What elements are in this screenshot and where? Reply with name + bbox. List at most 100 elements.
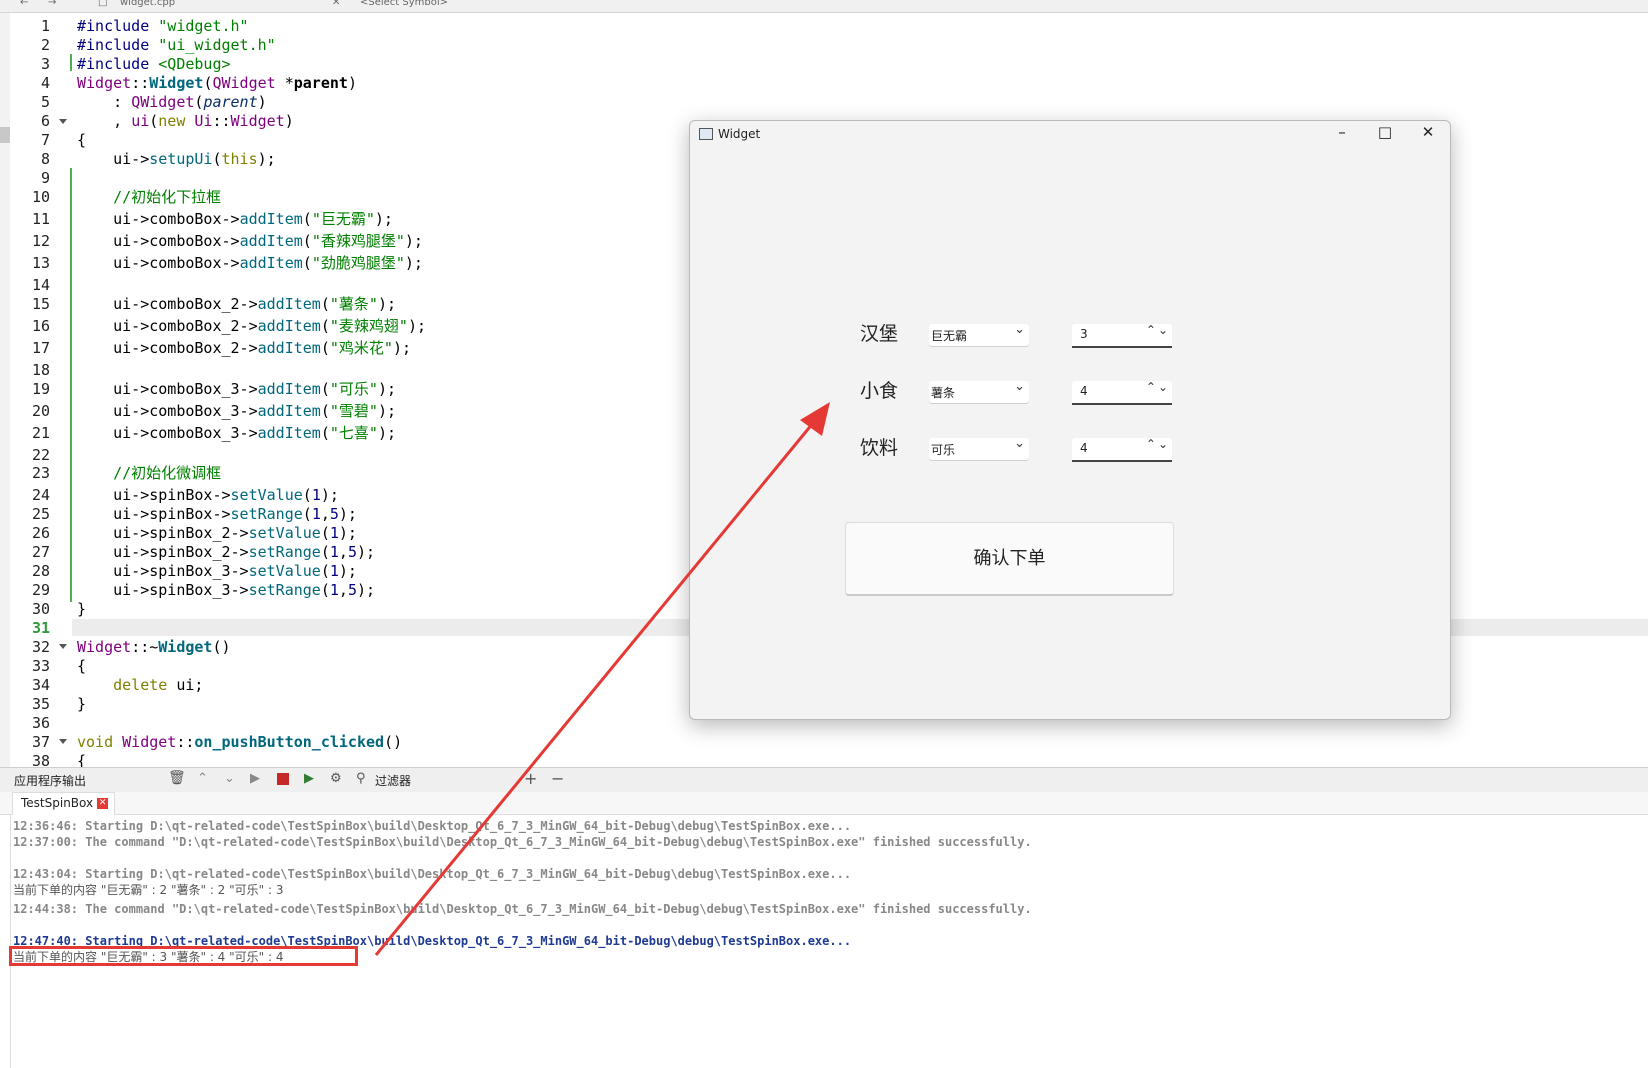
code-line-23: //初始化微调框 [77, 464, 222, 482]
code-line-10: //初始化下拉框 [77, 188, 222, 206]
code-line-21: ui->comboBox_3->addItem("七喜"); [77, 424, 396, 442]
clear-icon[interactable]: 🗑 [168, 770, 186, 786]
spin-arrows-icon[interactable]: ⌃⌄ [1146, 323, 1170, 337]
line-number: 3 [40, 55, 50, 73]
nav-forward-icon[interactable]: → [48, 0, 56, 8]
burger-spinbox[interactable]: 3 ⌃⌄ [1072, 323, 1172, 348]
line-number: 12 [31, 232, 50, 250]
fold-arrow-icon[interactable] [59, 739, 67, 744]
code-line-32: Widget::~Widget() [77, 638, 231, 656]
line-number: 25 [31, 505, 50, 523]
line-number: 16 [31, 317, 50, 335]
line-number: 6 [40, 112, 50, 130]
line-number: 37 [31, 733, 50, 751]
fold-arrow-icon[interactable] [59, 119, 67, 124]
confirm-order-button[interactable]: 确认下单 [845, 522, 1174, 596]
drink-combobox[interactable]: 可乐 ⌄ [929, 436, 1029, 460]
line-number: 33 [31, 657, 50, 675]
run-icon[interactable]: ▶ [250, 771, 260, 786]
code-line-5: : QWidget(parent) [77, 93, 267, 111]
file-tab[interactable]: widget.cpp [120, 0, 175, 8]
snack-label: 小食 [860, 380, 899, 402]
line-number: 4 [40, 74, 50, 92]
output-pane-title: 应用程序输出 [14, 774, 87, 788]
line-number: 36 [31, 714, 50, 732]
line-number: 5 [40, 93, 50, 111]
log-line: 12:36:46: Starting D:\qt-related-code\Te… [13, 819, 852, 833]
code-line-34: delete ui; [113, 676, 204, 694]
line-number: 13 [31, 254, 50, 272]
burger-spinbox-value: 3 [1080, 327, 1088, 341]
line-number: 2 [40, 36, 50, 54]
code-line-4: Widget::Widget(QWidget *parent) [77, 74, 357, 92]
code-line-20: ui->comboBox_3->addItem("雪碧"); [77, 402, 396, 420]
next-icon[interactable]: ⌄ [224, 771, 235, 786]
code-line-30: } [77, 600, 87, 618]
fold-arrow-icon[interactable] [59, 644, 67, 649]
code-line-12: ui->comboBox->addItem("香辣鸡腿堡"); [77, 232, 423, 250]
drink-label: 饮料 [860, 437, 899, 459]
output-tab-label: TestSpinBox [21, 796, 94, 810]
drink-spinbox[interactable]: 4 ⌃⌄ [1072, 437, 1172, 462]
line-number: 29 [31, 581, 50, 599]
line-number: 21 [31, 424, 50, 442]
line-number: 14 [31, 276, 50, 294]
minimize-icon[interactable]: – [1322, 123, 1362, 141]
gear-icon[interactable]: ⚙ [330, 771, 342, 786]
line-number: 31 [31, 619, 50, 637]
code-line-37: void Widget::on_pushButton_clicked() [77, 733, 403, 751]
close-file-icon[interactable]: ✕ [332, 0, 340, 8]
log-line: 当前下单的内容 "巨无霸" : 2 "薯条" : 2 "可乐" : 3 [13, 883, 284, 897]
spin-arrows-icon[interactable]: ⌃⌄ [1146, 380, 1170, 394]
previous-icon[interactable]: ⌃ [197, 771, 208, 786]
line-number: 35 [31, 695, 50, 713]
code-line-11: ui->comboBox->addItem("巨无霸"); [77, 210, 393, 228]
burger-combobox-value: 巨无霸 [931, 329, 968, 343]
code-line-8: ui->setupUi(this); [77, 150, 276, 168]
close-tab-icon[interactable]: ✕ [97, 798, 109, 809]
search-icon[interactable]: ⚲ [356, 771, 366, 786]
spin-arrows-icon[interactable]: ⌃⌄ [1146, 437, 1170, 451]
nav-back-icon[interactable]: ← [20, 0, 28, 8]
code-line-15: ui->comboBox_2->addItem("薯条"); [77, 295, 396, 313]
stop-icon[interactable] [277, 773, 289, 785]
line-number: 1 [40, 17, 50, 35]
snack-spinbox[interactable]: 4 ⌃⌄ [1072, 380, 1172, 405]
debug-run-icon[interactable]: ▶ [304, 771, 314, 786]
log-line: 12:37:00: The command "D:\qt-related-cod… [13, 835, 1032, 849]
snack-spinbox-value: 4 [1080, 384, 1088, 398]
close-icon[interactable]: ✕ [1408, 123, 1448, 141]
code-line-33: { [77, 657, 87, 675]
zoom-out-icon[interactable]: − [551, 769, 564, 788]
burger-combobox[interactable]: 巨无霸 ⌄ [929, 322, 1029, 346]
snack-combobox[interactable]: 薯条 ⌄ [929, 379, 1029, 403]
output-toolbar: 应用程序输出 🗑 ⌃ ⌄ ▶ ▶ ⚙ ⚲ 过滤器 + − [0, 767, 1648, 793]
line-number: 18 [31, 361, 50, 379]
chevron-down-icon: ⌄ [1014, 436, 1025, 451]
filter-label[interactable]: 过滤器 [375, 772, 411, 789]
code-line-38: { [77, 752, 87, 767]
output-tab[interactable]: TestSpinBox ✕ [12, 792, 116, 815]
drink-spinbox-value: 4 [1080, 441, 1088, 455]
code-line-13: ui->comboBox->addItem("劲脆鸡腿堡"); [77, 254, 423, 272]
output-tabs: TestSpinBox ✕ [0, 792, 1648, 815]
symbol-selector[interactable]: <Select Symbol> [360, 0, 448, 8]
code-line-1: #include "widget.h" [77, 17, 249, 35]
code-line-24: ui->spinBox->setValue(1); [77, 486, 339, 504]
code-line-29: ui->spinBox_3->setRange(1,5); [77, 581, 376, 599]
code-line-3: #include <QDebug> [77, 55, 231, 73]
code-line-35: } [77, 695, 87, 713]
code-line-17: ui->comboBox_2->addItem("鸡米花"); [77, 339, 411, 357]
maximize-icon[interactable]: □ [1365, 123, 1405, 141]
line-number: 8 [40, 150, 50, 168]
line-number: 32 [31, 638, 50, 656]
gutter-marker [0, 127, 10, 143]
line-number: 11 [31, 210, 50, 228]
log-line: 12:43:04: Starting D:\qt-related-code\Te… [13, 867, 852, 881]
burger-label: 汉堡 [860, 323, 899, 345]
file-icon: □ [98, 0, 108, 8]
change-bar [70, 168, 72, 602]
code-line-28: ui->spinBox_3->setValue(1); [77, 562, 357, 580]
code-line-2: #include "ui_widget.h" [77, 36, 276, 54]
zoom-in-icon[interactable]: + [524, 769, 537, 788]
